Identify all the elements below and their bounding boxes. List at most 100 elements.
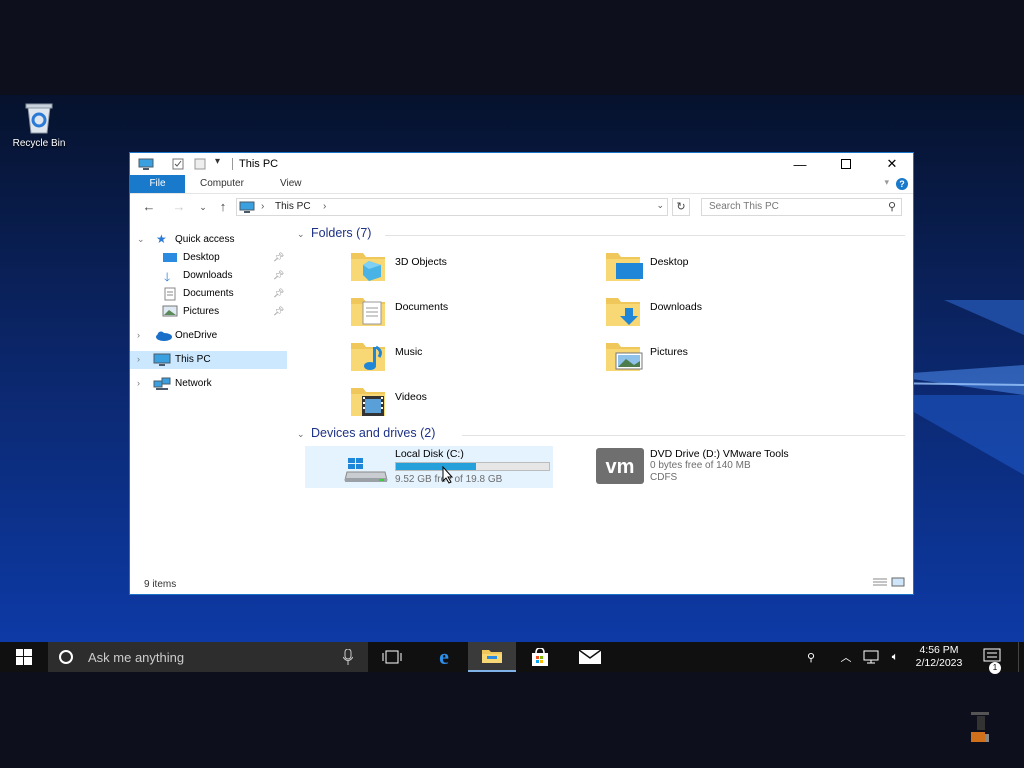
desktop-folder-icon: [606, 253, 643, 281]
forward-button[interactable]: →: [170, 198, 188, 216]
windows-logo-icon: [16, 649, 32, 665]
drives-group-header[interactable]: ⌄ Devices and drives (2): [297, 426, 435, 440]
task-view-button[interactable]: [368, 642, 416, 672]
collapse-chevron-icon[interactable]: ⌄: [297, 429, 311, 440]
search-box[interactable]: Search This PC ⚲: [701, 198, 902, 216]
chevron-right-icon[interactable]: ›: [137, 330, 140, 340]
nav-item-network[interactable]: › Network: [130, 375, 287, 393]
nav-quick-access[interactable]: ⌄ ★ Quick access: [130, 231, 287, 249]
picture-icon: [162, 305, 178, 317]
drive-local-disk-c[interactable]: Local Disk (C:) 9.52 GB free of 19.8 GB: [305, 446, 553, 488]
minimize-button[interactable]: —: [777, 153, 823, 175]
close-button[interactable]: ✕: [869, 153, 915, 175]
taskbar-store-button[interactable]: [516, 642, 564, 672]
nav-item-this-pc[interactable]: › This PC: [130, 351, 287, 369]
breadcrumb-this-pc[interactable]: This PC: [275, 201, 311, 212]
window-title: This PC: [239, 158, 279, 170]
recording-watermark-logo: [971, 712, 989, 742]
chevron-expanded-icon[interactable]: ⌄: [137, 234, 145, 245]
breadcrumb-separator-icon[interactable]: ›: [261, 201, 264, 212]
start-button[interactable]: [0, 642, 48, 672]
nav-item-desktop-label: Desktop: [183, 252, 220, 263]
tab-view[interactable]: View: [280, 175, 302, 193]
navigation-bar: ← → ⌄ ↑ › This PC › ⌄ ↻ Search This PC ⚲: [130, 196, 913, 220]
properties-icon[interactable]: [172, 158, 184, 170]
pin-icon[interactable]: 📌︎: [273, 288, 284, 299]
microphone-icon[interactable]: [343, 649, 353, 665]
onedrive-cloud-icon: [156, 331, 172, 341]
folder-desktop[interactable]: Desktop: [604, 249, 804, 289]
nav-item-pictures[interactable]: Pictures 📌︎: [130, 303, 287, 321]
pin-icon[interactable]: 📌︎: [273, 252, 284, 263]
search-placeholder: Search This PC: [709, 201, 779, 212]
nav-item-downloads[interactable]: 🡓 Downloads 📌︎: [130, 267, 287, 285]
nav-item-desktop[interactable]: Desktop 📌︎: [130, 249, 287, 267]
breadcrumb-separator-icon[interactable]: ›: [323, 201, 326, 212]
network-icon: [153, 377, 171, 390]
folder-pictures-label: Pictures: [650, 346, 688, 358]
nav-item-onedrive-label: OneDrive: [175, 330, 218, 341]
store-bag-icon: [532, 648, 548, 666]
collapse-chevron-icon[interactable]: ⌄: [297, 229, 311, 240]
this-pc-icon: [239, 201, 255, 213]
drive-d-free-space: 0 bytes free of 140 MB: [650, 460, 751, 471]
nav-item-network-label: Network: [175, 378, 212, 389]
folder-videos[interactable]: Videos: [349, 384, 549, 424]
folder-documents[interactable]: Documents: [349, 294, 549, 334]
status-item-count: 9 items: [144, 579, 177, 590]
address-dropdown-icon[interactable]: ⌄: [656, 200, 664, 211]
taskbar-edge-button[interactable]: e: [420, 642, 468, 672]
expand-ribbon-chevron-icon[interactable]: ▾: [884, 177, 889, 188]
folder-3d-objects[interactable]: 3D Objects: [349, 249, 549, 289]
chevron-right-icon[interactable]: ›: [137, 378, 140, 388]
show-desktop-button[interactable]: [1018, 642, 1022, 672]
tab-computer[interactable]: Computer: [200, 175, 244, 193]
nav-item-pictures-label: Pictures: [183, 306, 220, 317]
folder-music[interactable]: Music: [349, 339, 549, 379]
refresh-button[interactable]: ↻: [672, 198, 690, 216]
tab-file[interactable]: File: [130, 175, 185, 193]
drive-dvd-d[interactable]: vm DVD Drive (D:) VMware Tools 0 bytes f…: [594, 446, 894, 488]
maximize-icon: [841, 159, 851, 169]
action-center-button[interactable]: 1: [983, 648, 1005, 674]
chevron-right-icon[interactable]: ›: [137, 354, 140, 364]
help-icon[interactable]: ?: [896, 178, 908, 190]
taskbar-search-box[interactable]: Ask me anything: [48, 642, 368, 672]
forward-arrow-icon: →: [172, 199, 186, 214]
title-bar[interactable]: ▾ This PC — ✕: [130, 153, 913, 175]
this-pc-icon: [153, 353, 171, 366]
folders-group-label: Folders (7): [311, 226, 372, 240]
taskbar-file-explorer-button[interactable]: [468, 642, 516, 672]
show-hidden-icons-button[interactable]: ︿: [838, 642, 854, 672]
customize-qat-chevron-icon[interactable]: ▾: [215, 156, 220, 167]
star-icon: ★: [156, 232, 167, 246]
people-button[interactable]: ⚲: [800, 642, 822, 672]
pin-icon[interactable]: 📌︎: [273, 270, 284, 281]
document-icon: [164, 287, 176, 301]
folder-pictures[interactable]: Pictures: [604, 339, 804, 379]
nav-item-documents[interactable]: Documents 📌︎: [130, 285, 287, 303]
network-tray-button[interactable]: [860, 642, 882, 672]
taskbar-clock[interactable]: 4:56 PM 2/12/2023: [905, 644, 973, 670]
folder-downloads[interactable]: Downloads: [604, 294, 804, 334]
taskbar-mail-button[interactable]: [566, 642, 614, 672]
nav-item-onedrive[interactable]: › OneDrive: [130, 327, 287, 345]
new-folder-icon[interactable]: [194, 158, 206, 170]
mouse-pointer-icon: [442, 466, 454, 484]
details-view-icon[interactable]: [872, 577, 888, 587]
file-explorer-icon: [482, 650, 502, 663]
up-button[interactable]: ↑: [214, 198, 232, 216]
maximize-button[interactable]: [823, 153, 869, 175]
back-button[interactable]: ←: [140, 198, 158, 216]
folders-group-header[interactable]: ⌄ Folders (7): [297, 226, 371, 240]
volume-button[interactable]: 🔈︎: [884, 642, 906, 672]
pin-icon[interactable]: 📌︎: [273, 306, 284, 317]
address-bar[interactable]: › This PC › ⌄: [236, 198, 668, 216]
nav-item-downloads-label: Downloads: [183, 270, 233, 281]
recycle-bin-shortcut[interactable]: Recycle Bin: [6, 101, 72, 149]
group-divider: [462, 435, 905, 436]
large-icons-view-icon[interactable]: [891, 577, 905, 587]
mail-envelope-icon: [578, 649, 602, 664]
nav-quick-access-label: Quick access: [175, 234, 235, 245]
recent-locations-button[interactable]: ⌄: [194, 198, 212, 216]
